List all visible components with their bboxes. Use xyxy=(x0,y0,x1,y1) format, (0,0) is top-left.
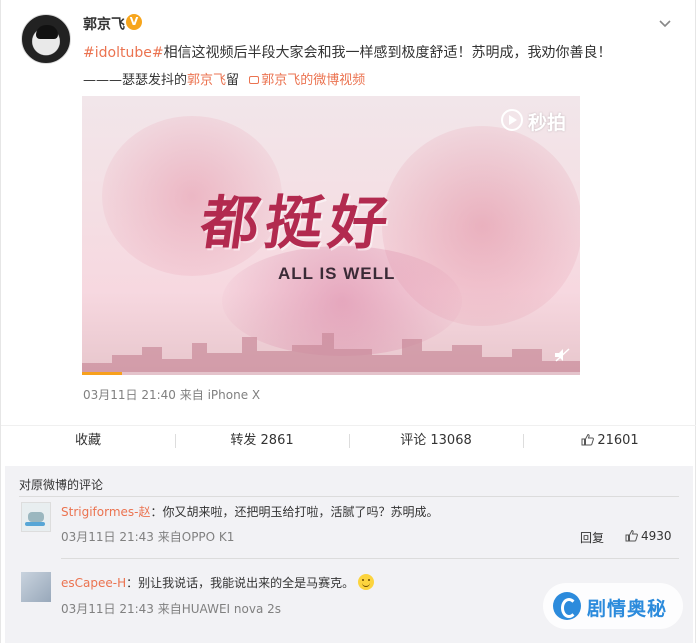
comment-like-button[interactable]: 4930 xyxy=(625,529,672,543)
mute-icon[interactable] xyxy=(554,348,570,362)
comment-section: 对原微博的评论 Strigiformes-赵：你又胡来啦，还把明玉给打啦，活腻了… xyxy=(5,466,693,643)
chevron-down-icon[interactable] xyxy=(659,18,671,30)
post-body: 相信这视频后半段大家会和我一样感到极度舒适！苏明成，我劝你善良！ xyxy=(163,45,612,61)
watermark-logo-icon xyxy=(553,592,581,620)
topic-link[interactable]: #idoltube# xyxy=(83,45,164,61)
username-link[interactable]: 郭京飞 xyxy=(83,14,125,34)
verified-badge-icon: V xyxy=(126,14,142,30)
comment-username[interactable]: esCapee-H xyxy=(61,576,126,590)
reply-button[interactable]: 回复 xyxy=(580,529,604,546)
repost-label: 转发 2861 xyxy=(230,433,294,448)
video-progress-bar[interactable] xyxy=(82,372,580,375)
comment-section-title: 对原微博的评论 xyxy=(19,478,104,492)
comment-username[interactable]: Strigiformes-赵 xyxy=(61,505,151,519)
post-timestamp-source[interactable]: 03月11日 21:40 来自 iPhone X xyxy=(83,386,260,403)
video-link[interactable]: 郭京飞的微博视频 xyxy=(261,73,365,88)
comment-meta: 03月11日 21:43 来自OPPO K1 xyxy=(61,530,235,544)
comment-text: 你又胡来啦，还把明玉给打啦，活腻了吗？苏明成。 xyxy=(162,505,439,519)
watermark-text: 剧情奥秘 xyxy=(587,598,668,620)
comment-item: esCapee-H：别让我说话，我能说出来的全是马赛克。 xyxy=(61,574,375,591)
watermark: 剧情奥秘 xyxy=(543,583,683,629)
smiley-icon xyxy=(358,574,375,590)
divider xyxy=(19,496,679,497)
like-button[interactable]: 21601 xyxy=(523,426,696,455)
comment-text: 别让我说话，我能说出来的全是马赛克。 xyxy=(138,576,355,590)
thumbs-up-icon xyxy=(625,529,638,542)
signature-prefix: ———瑟瑟发抖的 xyxy=(83,73,188,88)
video-title-art: 都挺好 xyxy=(196,189,399,257)
signature-suffix: 留 xyxy=(226,73,240,88)
video-icon xyxy=(249,76,260,84)
comment-meta: 03月11日 21:43 来自HUAWEI nova 2s xyxy=(61,602,282,616)
video-brand: 秒拍 xyxy=(528,112,567,134)
comment-like-count: 4930 xyxy=(641,529,672,543)
video-progress-fill xyxy=(82,372,122,375)
weibo-post-card: 郭京飞 V #idoltube#相信这视频后半段大家会和我一样感到极度舒适！苏明… xyxy=(0,0,696,643)
post-signature: ———瑟瑟发抖的郭京飞留 郭京飞的微博视频 xyxy=(83,69,365,88)
repost-button[interactable]: 转发 2861 xyxy=(175,426,349,455)
user-avatar[interactable] xyxy=(21,14,71,64)
divider xyxy=(61,558,679,559)
favorite-button[interactable]: 收藏 xyxy=(1,426,175,455)
favorite-label: 收藏 xyxy=(74,433,101,448)
comment-button[interactable]: 评论 13068 xyxy=(349,426,523,455)
thumbs-up-icon xyxy=(581,433,595,446)
video-player[interactable]: 都挺好 ALL IS WELL 秒拍 xyxy=(82,96,580,375)
like-count: 21601 xyxy=(597,433,639,448)
comment-label: 评论 13068 xyxy=(400,433,472,448)
video-skyline xyxy=(82,333,580,375)
comment-avatar[interactable] xyxy=(21,502,51,532)
miaopai-logo-icon xyxy=(501,109,523,131)
post-text: #idoltube#相信这视频后半段大家会和我一样感到极度舒适！苏明成，我劝你善… xyxy=(83,42,612,62)
comment-separator: ： xyxy=(150,505,163,519)
video-subtitle: ALL IS WELL xyxy=(278,264,396,283)
comment-separator: ： xyxy=(126,576,139,590)
action-bar: 收藏 转发 2861 评论 13068 21601 xyxy=(1,425,696,455)
comment-avatar[interactable] xyxy=(21,572,51,602)
mention-link[interactable]: 郭京飞 xyxy=(187,73,226,88)
comment-item: Strigiformes-赵：你又胡来啦，还把明玉给打啦，活腻了吗？苏明成。 xyxy=(61,503,439,520)
